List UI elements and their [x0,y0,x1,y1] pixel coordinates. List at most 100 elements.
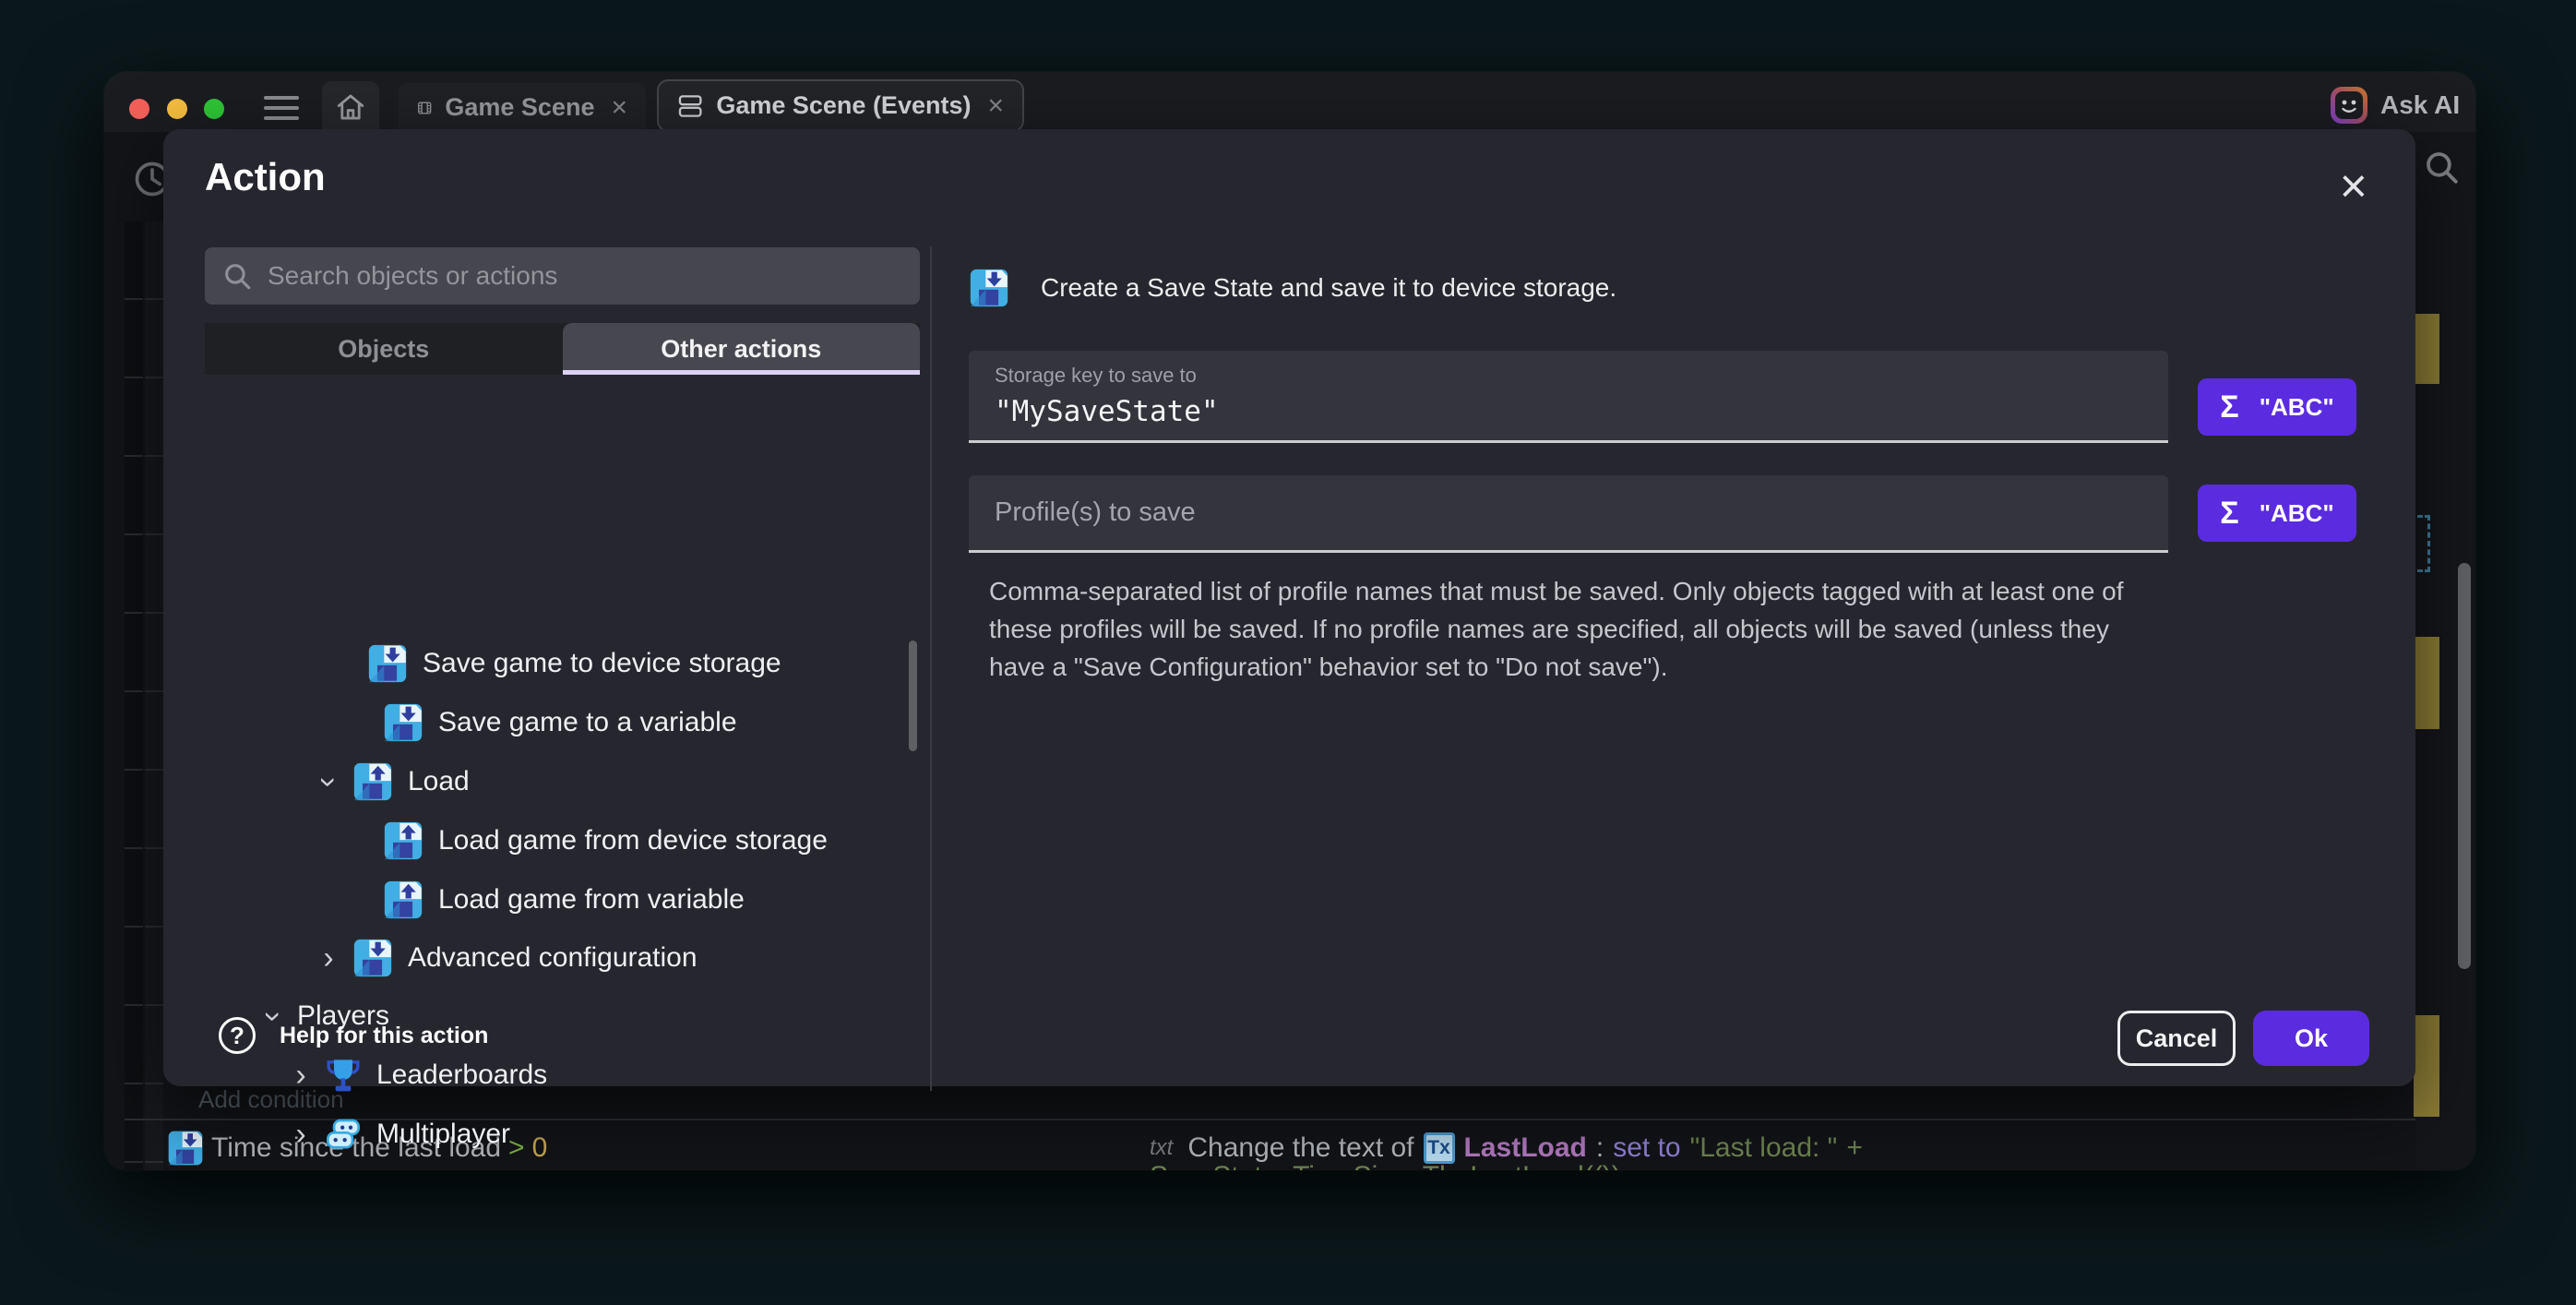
tab-game-scene[interactable]: Game Scene × [399,83,646,132]
storage-key-field[interactable]: Storage key to save to [969,351,2168,443]
list-item-label: Load game from variable [438,884,745,916]
minimize-window-button[interactable] [167,99,187,119]
save-icon [969,268,1009,308]
titlebar: Game Scene × Game Scene (Events) × Ask A… [104,72,2475,132]
save-icon [352,938,393,978]
event-block-fragment [2414,314,2439,384]
trophy-icon [325,1057,362,1094]
dialog-close-icon[interactable]: × [2340,162,2367,210]
ask-ai-label: Ask AI [2380,90,2460,120]
tab-label: Game Scene [445,93,594,122]
events-sheet-margin-column [145,221,163,1170]
list-item-load-game-device[interactable]: Load game from device storage [383,812,828,869]
list-group-advanced-configuration[interactable]: › Advanced configuration [319,929,698,987]
events-sheet-margin-column [125,221,143,1170]
question-mark-icon: ? [219,1017,256,1054]
home-icon [332,91,369,123]
tab-label: Game Scene (Events) [716,91,971,120]
field-label: Storage key to save to [995,364,2142,388]
action-object-name: LastLoad [1464,1132,1587,1164]
search-box[interactable] [205,247,920,305]
smiley-face-icon [2331,87,2367,124]
text-object-icon: Tx [1424,1132,1455,1164]
list-group-multiplayer[interactable]: › Multiplayer [292,1106,510,1163]
ask-ai-robot-icon [2331,87,2367,124]
search-icon[interactable] [2422,148,2461,186]
events-scrollbar[interactable] [2458,563,2471,969]
text-action-icon: txt [1150,1135,1173,1161]
action-prefix: Change the text of [1187,1132,1413,1164]
selector-tabs: Objects Other actions [205,323,920,375]
list-scrollbar[interactable] [909,641,917,751]
list-item-label: Load game from device storage [438,825,828,856]
list-item-label: Save game to a variable [438,707,737,738]
scene-icon [417,93,432,123]
list-group-leaderboards[interactable]: › Leaderboards [292,1047,547,1104]
chevron-right-icon: › [292,1117,310,1153]
abc-label: "ABC" [2260,393,2334,422]
load-icon [352,761,393,802]
expression-builder-button[interactable]: Σ "ABC" [2198,485,2356,542]
app-window: Game Scene × Game Scene (Events) × Ask A… [104,72,2475,1170]
list-item-save-game-variable[interactable]: Save game to a variable [383,694,737,751]
action-string-literal: "Last load: " [1690,1132,1838,1164]
tab-other-actions[interactable]: Other actions [563,323,921,375]
ok-button[interactable]: Ok [2253,1011,2369,1066]
abc-label: "ABC" [2260,499,2334,528]
search-icon [221,260,253,292]
condition-value: 0 [532,1132,548,1164]
gamepad-icon [325,1116,362,1153]
list-item-save-game-device[interactable]: Save game to device storage [339,635,781,692]
close-tab-icon[interactable]: × [611,94,627,122]
list-group-load[interactable]: › Load [319,753,470,810]
storage-key-input[interactable] [995,395,2142,428]
chevron-right-icon: › [319,940,338,976]
load-icon [383,880,423,920]
list-group-player-authentication[interactable]: › Player Authentication [292,1165,637,1170]
action-plus-operator: + [1846,1132,1863,1164]
events-icon [677,90,703,122]
list-item-label: Load [408,766,470,797]
list-item-label: Advanced configuration [408,942,698,974]
detail-header: Create a Save State and save it to devic… [969,268,1616,308]
maximize-window-button[interactable] [204,99,224,119]
load-icon [383,820,423,861]
save-icon [383,702,423,743]
dialog-title: Action [205,155,326,199]
ask-ai-button[interactable]: Ask AI [2331,87,2460,124]
chevron-down-icon: › [311,772,347,791]
list-item-label: Save game to device storage [423,648,781,679]
list-item-load-game-variable[interactable]: Load game from variable [383,871,745,928]
list-item-label: Leaderboards [376,1060,547,1091]
chevron-right-icon: › [292,1058,310,1094]
save-icon [367,643,408,684]
profiles-field[interactable]: Profile(s) to save [969,475,2168,553]
help-for-action-link[interactable]: ? Help for this action [219,1017,488,1054]
search-input[interactable] [268,261,903,291]
expression-builder-button[interactable]: Σ "ABC" [2198,378,2356,436]
list-item-label: Multiplayer [376,1119,510,1150]
condition-operator: > [508,1132,525,1164]
panel-divider [930,246,932,1091]
action-colon: : [1596,1132,1604,1164]
action-set-to: set to [1613,1132,1680,1164]
sigma-icon: Σ [2220,389,2238,425]
save-icon [167,1130,204,1167]
tab-game-scene-events[interactable]: Game Scene (Events) × [657,79,1024,132]
close-window-button[interactable] [129,99,149,119]
close-tab-icon[interactable]: × [987,92,1004,120]
truncated-expression-line: SaveState::TimeSinceTheLastLoad(()) [1150,1161,1621,1170]
field-label: Profile(s) to save [995,497,1196,528]
cancel-button[interactable]: Cancel [2117,1011,2236,1066]
tab-home[interactable] [322,81,379,132]
sigma-icon: Σ [2220,496,2238,532]
instruction-list: Save game to device storage Save game to… [205,375,920,980]
field-help-text: Comma-separated list of profile names th… [989,572,2170,686]
action-dialog: Action × Objects Other actions Save game… [163,129,2415,1086]
event-block-fragment [2414,637,2439,729]
action-description: Create a Save State and save it to devic… [1041,273,1616,303]
tab-objects[interactable]: Objects [205,323,563,375]
event-block-fragment [2414,1015,2439,1117]
menu-icon[interactable] [264,96,299,120]
help-label: Help for this action [280,1023,488,1049]
